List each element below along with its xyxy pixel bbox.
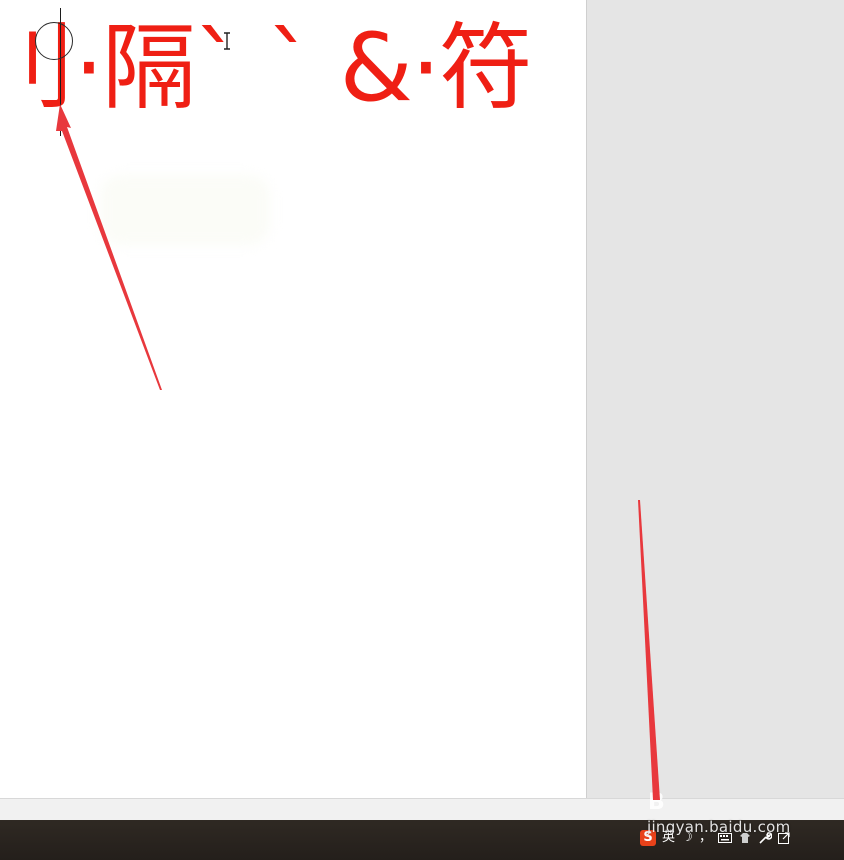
annotation-circle	[35, 22, 73, 60]
document-text-line[interactable]: 刂·隔` ` &·符	[0, 14, 533, 124]
word-processor-window: 刂·隔` ` &·符 S 英 ☽ ， B jingyan.baidu.com	[0, 0, 844, 860]
status-strip	[0, 798, 844, 820]
ibeam-cursor-icon	[224, 32, 230, 50]
baidu-watermark-text: jingyan.baidu.com	[647, 818, 791, 836]
document-canvas[interactable]: 刂·隔` ` &·符	[0, 0, 586, 798]
background-smudge	[100, 175, 270, 245]
baidu-watermark-logo: B	[648, 790, 665, 815]
side-gray-pane	[586, 0, 844, 798]
